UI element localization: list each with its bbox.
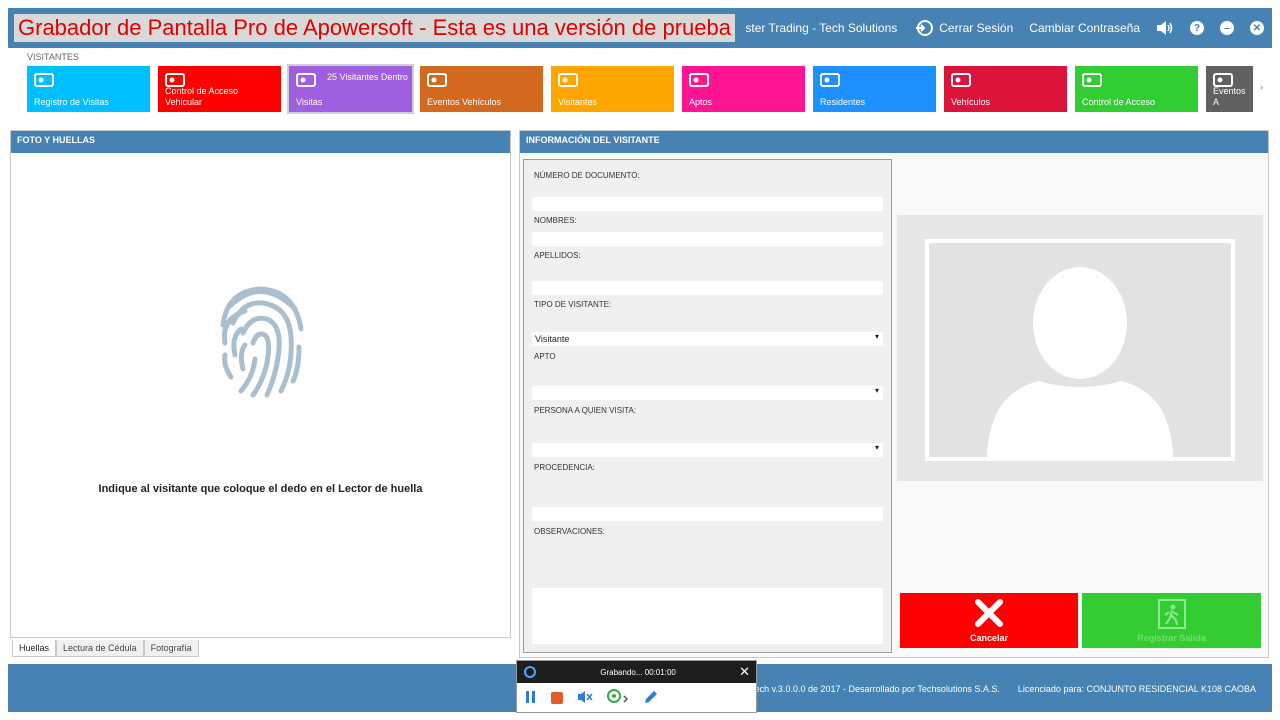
left-panel-header: FOTO Y HUELLAS	[11, 131, 510, 153]
photo-placeholder	[925, 239, 1235, 461]
license-text: Licenciado para: CONJUNTO RESIDENCIAL K1…	[1017, 684, 1256, 694]
change-password-label: Cambiar Contraseña	[1029, 21, 1140, 35]
visitor-badge-icon	[296, 72, 316, 88]
ribbon-tile-9[interactable]: Eventos A	[1206, 66, 1253, 112]
close-x-icon	[975, 599, 1003, 627]
building-icon	[689, 72, 709, 88]
stop-icon[interactable]	[551, 692, 563, 704]
volume-button[interactable]	[1156, 20, 1174, 36]
right-panel-header: INFORMACIÓN DEL VISITANTE	[520, 131, 1268, 153]
ribbon-tile-8[interactable]: Control de Acceso	[1075, 66, 1198, 112]
ribbon-tile-5[interactable]: Aptos	[682, 66, 805, 112]
logout-label: Cerrar Sesión	[939, 21, 1014, 35]
documento-label: NÚMERO DE DOCUMENTO:	[534, 171, 640, 180]
logout-button[interactable]: Cerrar Sesión	[915, 19, 1013, 37]
persona-visita-label: PERSONA A QUIEN VISITA:	[534, 406, 637, 415]
fingerprint-icon	[220, 286, 304, 398]
exit-door-icon	[1157, 599, 1186, 629]
speaker-icon	[1157, 21, 1173, 35]
apellidos-field[interactable]	[532, 281, 883, 295]
ribbon-section-label: VISITANTES	[27, 52, 79, 62]
person-silhouette-icon	[987, 267, 1173, 457]
id-card-icon	[34, 72, 54, 88]
ribbon-tile-label: Control de Acceso	[1082, 97, 1156, 107]
tipo-visitante-label: TIPO DE VISITANTE:	[534, 300, 612, 309]
recorder-camera-icon	[524, 666, 536, 678]
observaciones-label: OBSERVACIONES:	[534, 527, 605, 536]
mute-icon[interactable]	[577, 690, 593, 707]
access-card-icon	[1082, 72, 1102, 88]
tipo-visitante-select[interactable]: Visitante	[532, 332, 883, 346]
documento-field[interactable]	[532, 197, 883, 211]
recorder-close-icon[interactable]: ✕	[739, 664, 750, 680]
ribbon-tile-3[interactable]: Eventos Vehículos	[420, 66, 543, 112]
ribbon-tile-label: Aptos	[689, 97, 713, 107]
pause-icon[interactable]	[525, 690, 537, 707]
ribbon-tile-label: Residentes	[820, 97, 866, 107]
tab-lectura-cedula[interactable]: Lectura de Cédula	[56, 640, 144, 657]
ribbon-tile-7[interactable]: Vehículos	[944, 66, 1067, 112]
tab-huellas[interactable]: Huellas	[12, 640, 57, 657]
close-icon[interactable]: ✕	[1250, 21, 1264, 35]
ribbon-tile-2[interactable]: 25 Visitantes Dentro Visitas	[287, 64, 414, 114]
ribbon-tile-label: Registro de Visitas	[34, 97, 109, 107]
procedencia-label: PROCEDENCIA:	[534, 463, 595, 472]
footer-text: Visitor Tech v.3.0.0.0 de 2017 - Desarro…	[723, 684, 1256, 694]
apellidos-label: APELLIDOS:	[534, 251, 581, 260]
visitors-inside-count: 25 Visitantes Dentro	[327, 72, 408, 82]
logout-icon	[916, 20, 934, 36]
change-password-button[interactable]: Cambiar Contraseña	[1029, 21, 1140, 35]
module-ribbon: Registro de Visitas Control de Acceso Veh…	[27, 64, 1253, 114]
ribbon-tile-label: Visitas	[296, 97, 323, 107]
recording-status: Grabando... 00:01:00	[600, 667, 676, 677]
tab-fotografia[interactable]: Fotografía	[143, 640, 199, 657]
nombres-label: NOMBRES:	[534, 216, 577, 225]
minimize-icon[interactable]: –	[1220, 21, 1234, 35]
persona-visita-select[interactable]	[532, 443, 883, 457]
title-bar-actions: ster Trading - Tech Solutions Cerrar Ses…	[745, 8, 1264, 48]
ribbon-tile-6[interactable]: Residentes	[813, 66, 936, 112]
garage-icon	[427, 72, 447, 88]
webcam-icon[interactable]	[607, 688, 629, 708]
pen-icon[interactable]	[643, 689, 659, 708]
fingerprint-instruction: Indique al visitante que coloque el dedo…	[98, 483, 423, 495]
ribbon-tile-1[interactable]: Control de Acceso Vehicular	[158, 66, 281, 112]
cancel-button[interactable]: Cancelar	[900, 593, 1078, 648]
procedencia-field[interactable]	[532, 507, 883, 521]
photo-fingerprint-panel: FOTO Y HUELLAS Indique al visitante que …	[10, 130, 511, 638]
register-exit-label: Registrar Salida	[1137, 633, 1206, 643]
ribbon-tile-label: Vehículos	[951, 97, 991, 107]
company-name: ster Trading - Tech Solutions	[745, 21, 898, 35]
resident-icon	[820, 72, 840, 88]
register-exit-button[interactable]: Registrar Salida	[1082, 593, 1261, 648]
observaciones-field[interactable]	[532, 588, 883, 644]
visitor-photo	[897, 215, 1263, 481]
people-icon	[558, 72, 578, 88]
nombres-field[interactable]	[532, 232, 883, 246]
ribbon-tile-0[interactable]: Registro de Visitas	[27, 66, 150, 112]
car-icon	[951, 72, 971, 88]
visitor-tech-window: Grabador de Pantalla Pro de Apowersoft -…	[0, 0, 1280, 720]
ribbon-tile-label: Visitantes	[558, 97, 597, 107]
ribbon-next-icon[interactable]: ›	[1260, 82, 1263, 93]
apto-label: APTO	[534, 352, 556, 361]
visitor-info-panel: INFORMACIÓN DEL VISITANTE NÚMERO DE DOCU…	[519, 130, 1269, 658]
ribbon-tile-label: Eventos Vehículos	[427, 97, 502, 107]
version-text: Visitor Tech v.3.0.0.0 de 2017 - Desarro…	[722, 684, 1000, 694]
ribbon-tile-4[interactable]: Visitantes	[551, 66, 674, 112]
apto-select[interactable]	[532, 386, 883, 400]
help-icon[interactable]: ?	[1190, 21, 1204, 35]
left-panel-tabs: Huellas Lectura de Cédula Fotografía	[12, 640, 199, 657]
screen-recorder-widget: Grabando... 00:01:00 ✕	[516, 660, 757, 713]
cancel-label: Cancelar	[969, 633, 1009, 643]
recorder-controls	[517, 683, 756, 713]
recorder-watermark: Grabador de Pantalla Pro de Apowersoft -…	[14, 14, 735, 42]
recorder-header: Grabando... 00:01:00 ✕	[517, 661, 756, 683]
ribbon-tile-label: Eventos A	[1213, 86, 1246, 107]
visitor-form: NÚMERO DE DOCUMENTO: NOMBRES: APELLIDOS:…	[523, 159, 892, 653]
ribbon-tile-label: Control de Acceso Vehicular	[165, 86, 239, 107]
